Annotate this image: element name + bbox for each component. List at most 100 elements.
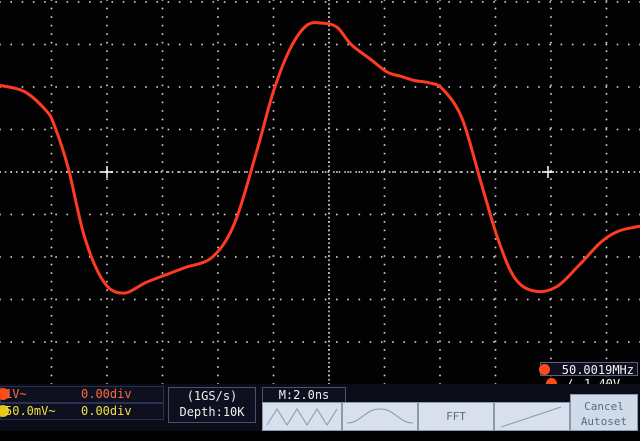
graticule-dot: [560, 341, 563, 343]
graticule-dot: [161, 255, 164, 257]
graticule-dot: [77, 86, 80, 88]
graticule-dot: [437, 213, 439, 216]
graticule-dot: [515, 341, 518, 343]
memory-depth: Depth:10K: [179, 405, 245, 419]
graticule-dot: [111, 1, 114, 3]
graticule-dot: [571, 341, 574, 343]
graticule-dot: [217, 297, 219, 300]
graticule-dot: [494, 178, 497, 180]
graticule-dot: [66, 213, 69, 216]
graticule-dot: [106, 101, 108, 104]
graticule-dot: [178, 43, 181, 46]
channel-2-setting[interactable]: 50.0mV~ 0.00div: [0, 403, 164, 420]
graticule-dot: [470, 171, 473, 173]
graticule-dot: [171, 171, 174, 173]
graticule-dot: [550, 76, 552, 78]
graticule-dot: [55, 256, 57, 258]
channel-1-setting[interactable]: 1V~ 0.00div: [0, 386, 164, 403]
graticule-dot: [212, 86, 215, 88]
graticule-dot: [272, 118, 275, 121]
graticule-dot: [383, 33, 386, 35]
graticule-dot: [616, 43, 619, 46]
graticule-dot: [178, 1, 181, 3]
graticule-dot: [257, 86, 260, 88]
channel-1-position: 0.00div: [81, 387, 132, 401]
graticule-dot: [425, 43, 428, 46]
graticule-dot: [380, 298, 383, 301]
graticule-dot: [328, 7, 330, 10]
graticule-dot: [178, 341, 181, 343]
graticule-dot: [122, 86, 125, 88]
graticule-dot: [50, 212, 53, 215]
graticule-dot: [515, 43, 518, 46]
graticule-dot: [66, 341, 69, 343]
graticule-dot: [161, 204, 164, 206]
graticule-dot: [494, 76, 497, 78]
graticule-dot: [71, 171, 74, 173]
graticule-dot: [313, 341, 316, 343]
graticule-dot: [383, 144, 386, 146]
graticule-dot: [50, 144, 53, 146]
channel-2-position: 0.00div: [81, 404, 132, 418]
graticule-dot: [167, 43, 170, 46]
graticule-dot: [550, 349, 552, 351]
graticule-dot: [324, 171, 327, 173]
graticule-dot: [0, 341, 1, 343]
graticule-dot: [328, 191, 330, 193]
graticule-dot: [439, 101, 441, 104]
graticule-dot: [494, 7, 497, 10]
graticule-dot: [504, 128, 507, 131]
graticule-dot: [549, 1, 551, 3]
graticule-dot: [627, 1, 630, 3]
graticule-dot: [550, 238, 552, 240]
graticule-dot: [257, 1, 260, 3]
graticule-dot: [439, 67, 441, 70]
graticule-dot: [494, 152, 497, 155]
graticule-dot: [550, 118, 552, 121]
graticule-dot: [336, 341, 338, 343]
sine-wave-button[interactable]: [342, 402, 418, 431]
graticule-dot: [50, 289, 53, 291]
graticule: [0, 0, 640, 385]
graticule-dot: [10, 128, 13, 131]
cancel-autoset-button[interactable]: Cancel Autoset: [570, 394, 638, 431]
graticule-dot: [328, 353, 330, 355]
graticule-dot: [494, 93, 497, 95]
graticule-dot: [504, 1, 507, 3]
graticule-dot: [178, 171, 181, 173]
graticule-dot: [272, 340, 275, 343]
graticule-dot: [336, 86, 338, 88]
graticule-dot: [583, 128, 585, 131]
graticule-dot: [156, 256, 158, 258]
frequency-value: 50.0019MHz: [561, 363, 634, 377]
graticule-dot: [161, 135, 164, 138]
graticule-dot: [383, 178, 386, 180]
graticule-dot: [161, 101, 164, 104]
graticule-dot: [328, 378, 330, 381]
fft-button[interactable]: FFT: [418, 402, 494, 431]
graticule-dot: [106, 7, 108, 10]
graticule-dot: [605, 161, 608, 163]
graticule-dot: [605, 50, 608, 52]
graticule-dot: [383, 340, 386, 343]
graticule-dot: [161, 263, 164, 266]
sawtooth-wave-button[interactable]: [262, 402, 342, 431]
graticule-dot: [223, 171, 226, 173]
graticule-dot: [21, 171, 24, 173]
ramp-wave-button[interactable]: [494, 402, 570, 431]
graticule-dot: [448, 213, 450, 216]
graticule-dot: [100, 298, 102, 301]
graticule-dot: [439, 204, 441, 206]
graticule-dot: [106, 16, 108, 18]
graticule-dot: [217, 135, 219, 138]
graticule-dot: [383, 332, 386, 334]
graticule-dot: [594, 256, 596, 258]
graticule-dot: [470, 43, 473, 46]
graticule-dot: [50, 306, 53, 308]
graticule-dot: [272, 272, 275, 274]
graticule-dot: [328, 110, 330, 112]
graticule-dot: [328, 41, 330, 44]
graticule-dot: [388, 171, 391, 173]
graticule-dot: [403, 171, 406, 173]
graticule-dot: [493, 256, 495, 258]
